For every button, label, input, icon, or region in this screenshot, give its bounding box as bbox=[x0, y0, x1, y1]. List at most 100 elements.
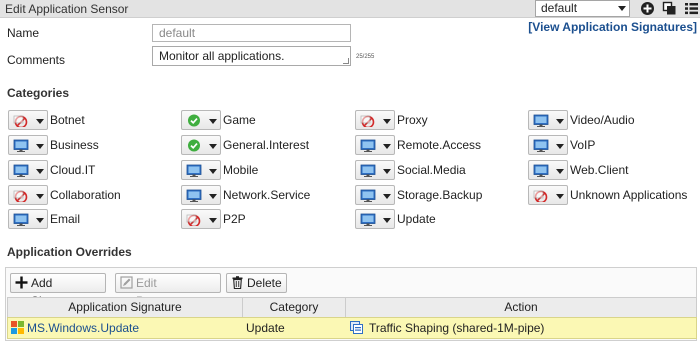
list-icon[interactable] bbox=[684, 1, 699, 16]
category-action-dropdown[interactable] bbox=[181, 110, 221, 130]
monitor-icon bbox=[360, 164, 376, 177]
overrides-heading: Application Overrides bbox=[7, 245, 132, 259]
chevron-down-icon bbox=[36, 144, 44, 149]
comments-label: Comments bbox=[7, 53, 66, 67]
category-label: Web.Client bbox=[570, 163, 629, 177]
add-icon[interactable] bbox=[640, 1, 655, 16]
category-action-dropdown[interactable] bbox=[8, 135, 48, 155]
category-action-dropdown[interactable] bbox=[8, 110, 48, 130]
category-label: Social.Media bbox=[397, 163, 466, 177]
clone-icon[interactable] bbox=[662, 1, 677, 16]
profile-select-value: default bbox=[541, 1, 578, 15]
category-cell: Update bbox=[246, 321, 285, 335]
category-label: VoIP bbox=[570, 138, 596, 152]
monitor-icon bbox=[533, 114, 549, 127]
windows-logo-icon bbox=[11, 321, 24, 334]
category-label: General.Interest bbox=[223, 138, 310, 152]
category-label: Network.Service bbox=[223, 188, 311, 202]
category-label: Business bbox=[50, 138, 99, 152]
chevron-down-icon bbox=[36, 194, 44, 199]
name-field[interactable]: default bbox=[152, 24, 351, 42]
category-action-dropdown[interactable] bbox=[181, 135, 221, 155]
delete-label: Delete bbox=[247, 276, 282, 290]
category-action-dropdown[interactable] bbox=[528, 185, 568, 205]
chevron-down-icon bbox=[556, 144, 564, 149]
category-action-dropdown[interactable] bbox=[8, 185, 48, 205]
traffic-shaping-icon bbox=[350, 321, 363, 334]
category-label: Collaboration bbox=[50, 188, 121, 202]
allow-check-icon bbox=[188, 139, 200, 152]
monitor-icon bbox=[360, 139, 376, 152]
category-label: Update bbox=[397, 212, 436, 226]
category-label: P2P bbox=[223, 212, 246, 226]
category-label: Video/Audio bbox=[570, 113, 635, 127]
category-action-dropdown[interactable] bbox=[528, 110, 568, 130]
chevron-down-icon bbox=[383, 169, 391, 174]
chevron-down-icon bbox=[209, 194, 217, 199]
comments-value: Monitor all applications. bbox=[159, 49, 285, 63]
category-action-dropdown[interactable] bbox=[528, 135, 568, 155]
trash-icon bbox=[232, 276, 243, 289]
chevron-down-icon bbox=[556, 169, 564, 174]
category-label: Remote.Access bbox=[397, 138, 482, 152]
category-action-dropdown[interactable] bbox=[181, 209, 221, 229]
monitor-icon bbox=[186, 164, 202, 177]
column-header-signature[interactable]: Application Signature bbox=[7, 297, 243, 318]
category-action-dropdown[interactable] bbox=[528, 160, 568, 180]
category-action-dropdown[interactable] bbox=[355, 185, 395, 205]
category-label: Botnet bbox=[50, 113, 85, 127]
plus-icon bbox=[15, 276, 28, 289]
category-action-dropdown[interactable] bbox=[8, 160, 48, 180]
category-action-dropdown[interactable] bbox=[181, 185, 221, 205]
chevron-down-icon bbox=[383, 194, 391, 199]
dialog-header: Edit Application Sensor default bbox=[0, 0, 700, 18]
comments-field[interactable]: Monitor all applications. bbox=[152, 46, 351, 66]
category-action-dropdown[interactable] bbox=[355, 160, 395, 180]
block-icon bbox=[186, 214, 201, 226]
category-label: Proxy bbox=[397, 113, 428, 127]
category-action-dropdown[interactable] bbox=[355, 135, 395, 155]
category-action-dropdown[interactable] bbox=[181, 160, 221, 180]
category-action-dropdown[interactable] bbox=[355, 110, 395, 130]
category-label: Email bbox=[50, 212, 81, 226]
resize-grip-icon[interactable] bbox=[343, 58, 349, 64]
chevron-down-icon bbox=[36, 218, 44, 223]
category-label: Unknown Applications bbox=[570, 188, 688, 202]
chevron-down-icon bbox=[209, 169, 217, 174]
category-label: Mobile bbox=[223, 163, 259, 177]
category-label: Game bbox=[223, 113, 256, 127]
chevron-down-icon bbox=[209, 119, 217, 124]
name-label: Name bbox=[7, 26, 40, 40]
chevron-down-icon bbox=[36, 119, 44, 124]
signature-cell[interactable]: MS.Windows.Update bbox=[27, 321, 139, 335]
monitor-icon bbox=[186, 189, 202, 202]
chevron-down-icon bbox=[383, 144, 391, 149]
edit-icon bbox=[120, 276, 133, 289]
column-header-category[interactable]: Category bbox=[242, 297, 346, 318]
add-signatures-button[interactable]: Add Signatures bbox=[10, 273, 106, 308]
monitor-icon bbox=[13, 139, 29, 152]
block-icon bbox=[533, 190, 548, 202]
view-signatures-link[interactable]: [View Application Signatures] bbox=[528, 20, 697, 34]
profile-select[interactable]: default bbox=[535, 0, 630, 17]
edit-parameters-button[interactable]: Edit Parameters bbox=[115, 273, 221, 308]
categories-heading: Categories bbox=[7, 86, 70, 100]
block-icon bbox=[360, 115, 375, 127]
chevron-down-icon bbox=[383, 119, 391, 124]
category-action-dropdown[interactable] bbox=[355, 209, 395, 229]
char-counter: 25/255 bbox=[356, 54, 375, 60]
chevron-down-icon bbox=[618, 6, 626, 11]
delete-button[interactable]: Delete bbox=[226, 273, 287, 293]
category-action-dropdown[interactable] bbox=[8, 209, 48, 229]
block-icon bbox=[13, 190, 28, 202]
chevron-down-icon bbox=[209, 144, 217, 149]
chevron-down-icon bbox=[209, 218, 217, 223]
dialog-title: Edit Application Sensor bbox=[5, 2, 129, 16]
chevron-down-icon bbox=[36, 169, 44, 174]
chevron-down-icon bbox=[383, 218, 391, 223]
monitor-icon bbox=[13, 164, 29, 177]
category-label: Storage.Backup bbox=[397, 188, 483, 202]
block-icon bbox=[13, 115, 28, 127]
monitor-icon bbox=[360, 189, 376, 202]
column-header-action[interactable]: Action bbox=[345, 297, 697, 318]
